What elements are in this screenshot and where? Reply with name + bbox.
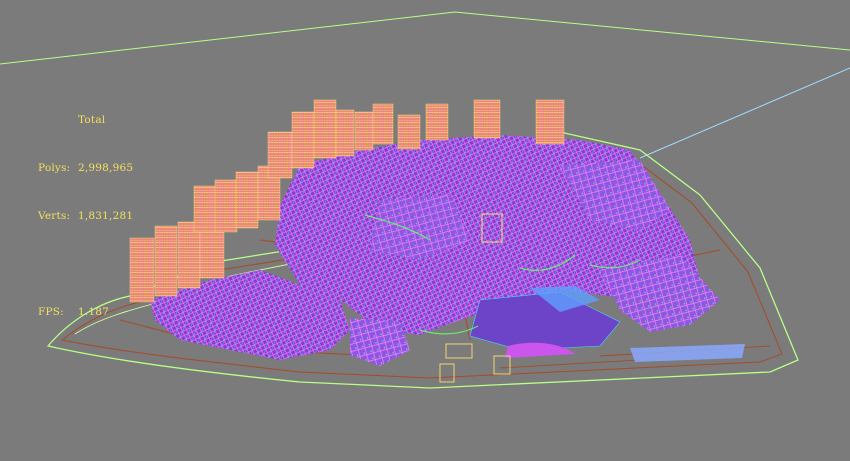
lowrise-blocks (150, 135, 720, 366)
stats-polys-value: 2,998,965 (78, 162, 134, 174)
viewport-statistics-overlay: Total Polys: 2,998,965 Verts: 1,831,281 FP… (38, 80, 133, 352)
stats-fps-value: 1.187 (78, 306, 110, 318)
stats-verts-value: 1,831,281 (78, 210, 134, 222)
stats-fps-row: FPS: 1.187 (38, 304, 133, 320)
stats-fps-label: FPS: (38, 306, 64, 318)
stats-total-label: Total (78, 114, 106, 126)
3d-viewport[interactable]: Total Polys: 2,998,965 Verts: 1,831,281 FP… (0, 0, 850, 461)
stats-verts-row: Verts: 1,831,281 (38, 208, 133, 224)
stats-verts-label: Verts: (38, 210, 71, 222)
stats-polys-row: Polys: 2,998,965 (38, 160, 133, 176)
stats-polys-label: Polys: (38, 162, 71, 174)
